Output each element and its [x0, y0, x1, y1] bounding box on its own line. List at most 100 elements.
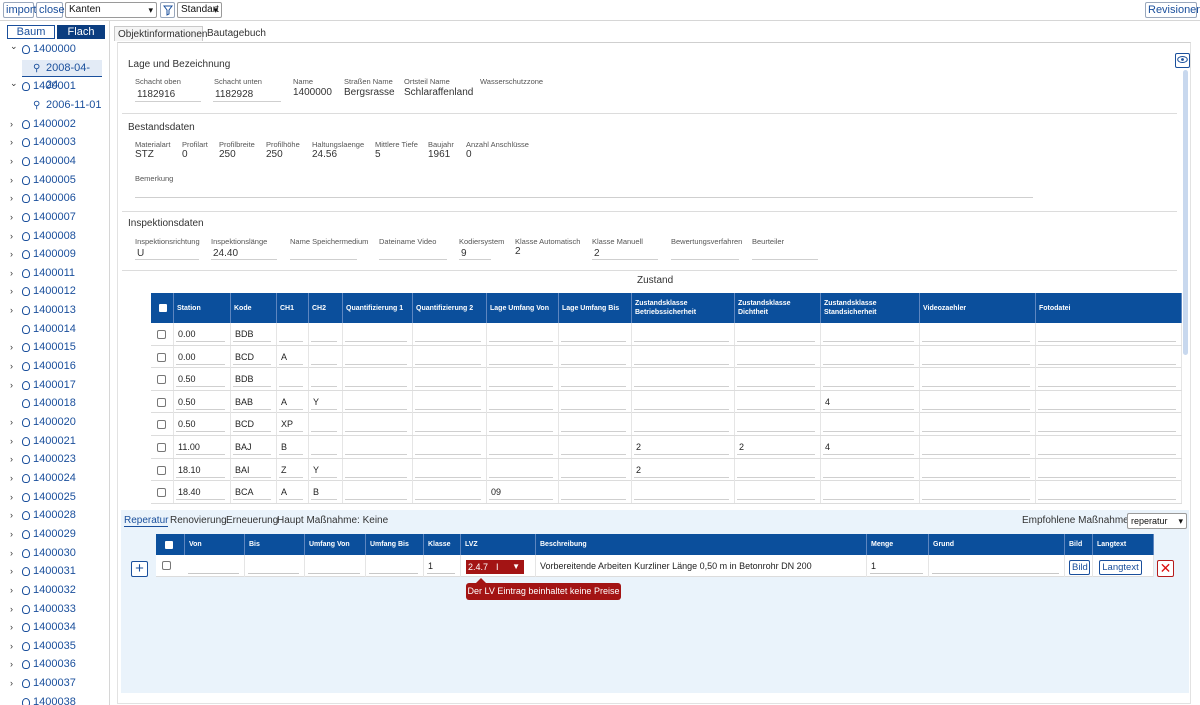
chevron-right-icon[interactable]: › [10, 116, 19, 133]
tree-node[interactable]: › 1400037 [10, 675, 105, 692]
table-cell-input[interactable] [309, 368, 343, 391]
inspektion-field-input[interactable]: 2 [594, 248, 600, 259]
table-cell-input[interactable]: 18.40 [174, 481, 231, 504]
table-cell-input[interactable]: 0.50 [174, 368, 231, 391]
table-cell-input[interactable]: A [277, 390, 309, 413]
row-checkbox[interactable] [157, 488, 166, 498]
row-checkbox[interactable] [157, 397, 166, 407]
tree-node[interactable]: ⌄ 1400000 [10, 41, 105, 58]
tree-node[interactable]: › 1400032 [10, 582, 105, 599]
table-cell-input[interactable] [632, 323, 735, 345]
row-checkbox[interactable] [157, 443, 166, 452]
table-cell-input[interactable] [821, 458, 920, 481]
table-cell-input[interactable] [1036, 323, 1182, 345]
chevron-right-icon[interactable]: › [10, 563, 19, 580]
massnahme-column-header[interactable]: Klasse [424, 534, 461, 555]
tree-node[interactable]: › 1400030 [10, 545, 105, 562]
table-cell-input[interactable]: 4 [821, 436, 920, 458]
langtext-button[interactable]: Langtext [1099, 560, 1142, 575]
chevron-right-icon[interactable]: › [10, 339, 19, 356]
table-cell-input[interactable]: Y [309, 390, 343, 413]
table-cell-input[interactable] [413, 458, 487, 481]
table-cell-input[interactable] [413, 481, 487, 504]
tree-node[interactable]: › 1400002 [10, 116, 105, 133]
table-cell-input[interactable] [343, 481, 413, 504]
tree-node[interactable]: › 1400012 [10, 283, 105, 300]
tree-node[interactable]: › 1400004 [10, 153, 105, 170]
chevron-right-icon[interactable]: › [10, 451, 19, 468]
mode-flat-button[interactable]: Flach [57, 25, 105, 39]
tab-bautagebuch[interactable]: Bautagebuch [204, 26, 266, 41]
table-cell-input[interactable] [920, 436, 1036, 458]
massnahme-column-header[interactable]: LVZ [461, 534, 536, 555]
table-cell-input[interactable]: 09 [487, 481, 559, 504]
table-cell-input[interactable] [1036, 368, 1182, 391]
chevron-down-icon[interactable]: ⌄ [10, 75, 19, 92]
import-button[interactable]: import [3, 2, 37, 18]
table-cell-input[interactable] [343, 390, 413, 413]
row-checkbox[interactable] [157, 330, 166, 339]
table-cell-input[interactable] [559, 458, 632, 481]
inspektion-field-input[interactable]: 24.40 [213, 248, 238, 259]
tree-node[interactable]: › 1400005 [10, 172, 105, 189]
row-checkbox[interactable] [157, 352, 166, 362]
table-cell-input[interactable] [632, 368, 735, 391]
massnahme-column-header[interactable]: Menge [867, 534, 929, 555]
table-cell-input[interactable] [632, 345, 735, 368]
tree-node[interactable]: › 1400015 [10, 339, 105, 356]
tree-node[interactable]: › 1400007 [10, 209, 105, 226]
table-cell-input[interactable] [1036, 481, 1182, 504]
chevron-right-icon[interactable]: › [10, 414, 19, 431]
table-cell-input[interactable] [487, 458, 559, 481]
table-cell-input[interactable] [559, 481, 632, 504]
tree-node[interactable]: 1400018 [10, 395, 105, 412]
table-cell-input[interactable]: 2 [632, 436, 735, 458]
table-cell-input[interactable] [559, 368, 632, 391]
table-cell-input[interactable] [309, 436, 343, 458]
table-cell-input[interactable]: BDB [231, 368, 277, 391]
table-cell-input[interactable] [1036, 458, 1182, 481]
tree-node[interactable]: › 1400033 [10, 601, 105, 618]
table-cell-input[interactable] [920, 458, 1036, 481]
table-cell-input[interactable]: Y [309, 458, 343, 481]
tab-objektinformationen[interactable]: Objektinformationen [114, 26, 208, 41]
chevron-right-icon[interactable]: › [10, 153, 19, 170]
bis-input[interactable] [245, 555, 305, 577]
view-select[interactable]: Standart ▾ [177, 2, 222, 18]
chevron-right-icon[interactable]: › [10, 228, 19, 245]
table-cell-input[interactable] [920, 390, 1036, 413]
table-cell-input[interactable] [735, 458, 821, 481]
table-cell-input[interactable]: BCD [231, 413, 277, 436]
table-cell-input[interactable] [632, 413, 735, 436]
column-header[interactable]: Zustandsklasse Betriebssicherheit [632, 293, 735, 323]
massnahme-column-header[interactable]: Beschreibung [536, 534, 867, 555]
massnahme-column-header[interactable]: Von [185, 534, 245, 555]
table-cell-input[interactable] [413, 323, 487, 345]
table-cell-input[interactable] [1036, 345, 1182, 368]
table-cell-input[interactable] [559, 345, 632, 368]
table-cell-input[interactable]: BAB [231, 390, 277, 413]
table-cell-input[interactable] [413, 413, 487, 436]
tree-node[interactable]: › 1400021 [10, 433, 105, 450]
tree-node[interactable]: 1400014 [10, 321, 105, 338]
table-cell-input[interactable]: BCA [231, 481, 277, 504]
table-cell-input[interactable]: A [277, 345, 309, 368]
table-cell-input[interactable] [343, 436, 413, 458]
tree-node[interactable]: › 1400020 [10, 414, 105, 431]
table-cell-input[interactable] [343, 413, 413, 436]
table-cell-input[interactable]: A [277, 481, 309, 504]
table-cell-input[interactable] [920, 481, 1036, 504]
table-cell-input[interactable]: 0.50 [174, 413, 231, 436]
table-cell-input[interactable]: 18.10 [174, 458, 231, 481]
chevron-right-icon[interactable]: › [10, 675, 19, 692]
grund-input[interactable] [929, 555, 1065, 577]
table-cell-input[interactable] [735, 323, 821, 345]
tree-node[interactable]: › 1400036 [10, 656, 105, 673]
chevron-right-icon[interactable]: › [10, 582, 19, 599]
delete-row-icon[interactable]: ✕ [1157, 560, 1174, 577]
table-cell-input[interactable] [920, 323, 1036, 345]
filter-button[interactable] [160, 2, 175, 18]
column-header[interactable]: Kode [231, 293, 277, 323]
chevron-right-icon[interactable]: › [10, 377, 19, 394]
table-cell-input[interactable]: 0.00 [174, 345, 231, 368]
